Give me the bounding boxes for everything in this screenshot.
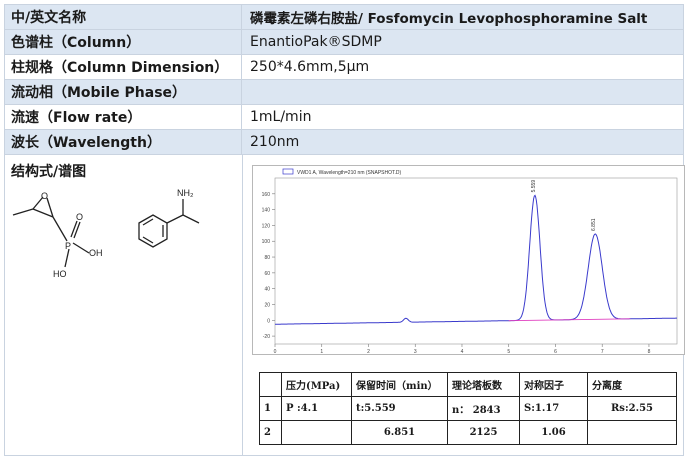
info-row-dimension: 柱规格（Column Dimension） 250*4.6mm,5μm xyxy=(5,55,683,80)
x-tick-label: 8 xyxy=(648,349,651,354)
table-cell: 1.06 xyxy=(519,420,588,445)
table-cell: Rs:2.55 xyxy=(587,396,677,421)
hydroxyl-label: HO xyxy=(53,269,67,279)
info-label: 流动相（Mobile Phase） xyxy=(5,80,242,104)
x-tick-label: 0 xyxy=(274,349,277,354)
table-cell: 2125 xyxy=(447,420,520,445)
x-tick-label: 2 xyxy=(367,349,370,354)
legend-swatch xyxy=(282,168,294,175)
x-tick-label: 4 xyxy=(461,349,464,354)
y-tick-label: 140 xyxy=(262,208,271,214)
legend-label: VWD1 A, Wavelength=210 nm (SNAPSHOT.D) xyxy=(297,170,401,176)
column-divider xyxy=(242,155,243,455)
info-value: 250*4.6mm,5μm xyxy=(250,59,370,75)
x-tick-label: 1 xyxy=(320,349,323,354)
info-label: 色谱柱（Column） xyxy=(5,30,242,54)
info-value: EnantioPak®SDMP xyxy=(250,34,382,50)
header-cell: 保留时间（min） xyxy=(351,372,448,397)
info-label: 流速（Flow rate） xyxy=(5,105,242,129)
header-cell: 对称因子 xyxy=(519,372,588,397)
info-row-column: 色谱柱（Column） EnantioPak®SDMP xyxy=(5,30,683,55)
y-tick-label: 100 xyxy=(262,239,271,245)
y-tick-label: 160 xyxy=(262,192,271,198)
table-cell: 6.851 xyxy=(351,420,448,445)
table-cell: 1 xyxy=(259,396,282,421)
info-label: 中/英文名称 xyxy=(5,5,242,29)
table-cell: t:5.559 xyxy=(351,396,448,421)
info-row-wavelength: 波长（Wavelength） 210nm xyxy=(5,130,683,155)
product-sheet: 中/英文名称 磷霉素左磷右胺盐/ Fosfomycin Levophosphor… xyxy=(4,4,685,456)
chromatogram-trace xyxy=(275,194,677,325)
info-value xyxy=(242,80,683,104)
y-tick-label: 80 xyxy=(264,255,270,261)
structure-title: 结构式/谱图 xyxy=(11,164,87,180)
info-label: 柱规格（Column Dimension） xyxy=(5,55,242,79)
header-cell: 压力(MPa) xyxy=(281,372,352,397)
integration-baseline xyxy=(508,318,631,322)
info-row-flow-rate: 流速（Flow rate） 1mL/min xyxy=(5,105,683,130)
amine-label: NH₂ xyxy=(177,188,194,198)
x-tick-label: 7 xyxy=(601,349,604,354)
fosfomycin-structure: O P O OH HO xyxy=(12,191,103,279)
info-value: 1mL/min xyxy=(250,109,312,125)
table-cell: 2 xyxy=(259,420,282,445)
header-cell: 分离度 xyxy=(587,372,677,397)
info-row-name: 中/英文名称 磷霉素左磷右胺盐/ Fosfomycin Levophosphor… xyxy=(5,5,683,30)
table-row: 1 P :4.1 t:5.559 n： 2843 S:1.17 Rs:2.55 xyxy=(259,396,677,421)
table-header-row: 压力(MPa) 保留时间（min） 理论塔板数 对称因子 分离度 xyxy=(259,372,677,397)
oxygen-label: O xyxy=(76,212,83,222)
y-tick-label: 120 xyxy=(262,223,271,229)
phosphorus-label: P xyxy=(65,241,71,251)
x-tick-label: 5 xyxy=(507,349,510,354)
peak-label: 5.559 xyxy=(531,180,537,193)
y-tick-label: 40 xyxy=(264,287,270,293)
header-cell xyxy=(259,372,282,397)
hydroxyl-label: OH xyxy=(89,248,103,258)
header-cell: 理论塔板数 xyxy=(447,372,520,397)
oxygen-label: O xyxy=(41,191,48,201)
y-tick-label: 0 xyxy=(267,318,270,324)
table-cell xyxy=(587,420,677,445)
results-table: 压力(MPa) 保留时间（min） 理论塔板数 对称因子 分离度 1 P :4.… xyxy=(259,372,677,445)
peak-label: 6.851 xyxy=(591,218,597,231)
info-value: 210nm xyxy=(250,134,300,150)
info-label: 波长（Wavelength） xyxy=(5,130,242,154)
table-row: 2 6.851 2125 1.06 xyxy=(259,420,677,445)
table-cell: S:1.17 xyxy=(519,396,588,421)
y-tick-label: -20 xyxy=(263,334,270,340)
x-tick-label: 6 xyxy=(554,349,557,354)
y-tick-label: 20 xyxy=(264,302,270,308)
info-value: 磷霉素左磷右胺盐/ Fosfomycin Levophosphoramine S… xyxy=(250,11,648,27)
table-cell: P :4.1 xyxy=(281,396,352,421)
chromatogram-plot: -20 0 20 40 60 80 100 120 140 160 0 1 2 3 4 5 6 7 8 5.559 6… xyxy=(262,168,678,354)
table-cell xyxy=(281,420,352,445)
y-tick-label: 60 xyxy=(264,271,270,277)
chromatogram: -20 0 20 40 60 80 100 120 140 160 0 1 2 3 4 5 6 7 8 5.559 6… xyxy=(252,165,685,355)
table-cell: n： 2843 xyxy=(447,396,520,421)
info-row-mobile-phase: 流动相（Mobile Phase） xyxy=(5,80,683,105)
x-tick-label: 3 xyxy=(414,349,417,354)
phenylethylamine-structure: NH₂ xyxy=(138,188,200,248)
